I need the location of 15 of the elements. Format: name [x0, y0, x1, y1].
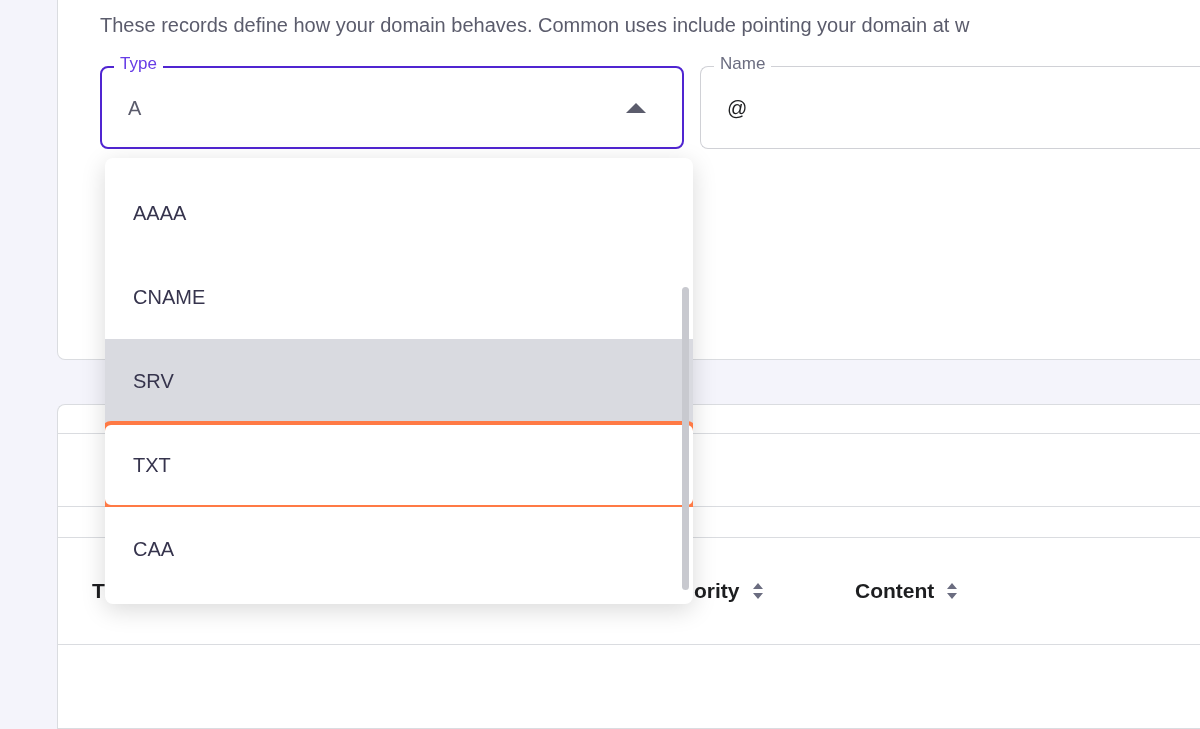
type-value: A — [128, 95, 143, 121]
dropdown-option[interactable]: SRV — [105, 339, 693, 423]
scrollbar[interactable] — [682, 287, 689, 590]
sort-icon[interactable] — [751, 582, 764, 600]
sort-icon[interactable] — [946, 582, 959, 600]
column-header[interactable]: Content — [855, 575, 959, 607]
column-header: T — [92, 578, 105, 605]
dropdown-option[interactable]: CAA — [105, 507, 693, 591]
description-text: These records define how your domain behaves. Common uses include pointing your domain at w — [100, 13, 971, 38]
name-value: @ — [727, 95, 748, 121]
dropdown-option[interactable]: TXT — [105, 423, 693, 507]
column-header[interactable]: ority — [694, 575, 764, 607]
dropdown-option[interactable]: CNAME — [105, 255, 693, 339]
dropdown-option[interactable]: AAAA — [105, 171, 693, 255]
caret-icon — [626, 102, 646, 113]
